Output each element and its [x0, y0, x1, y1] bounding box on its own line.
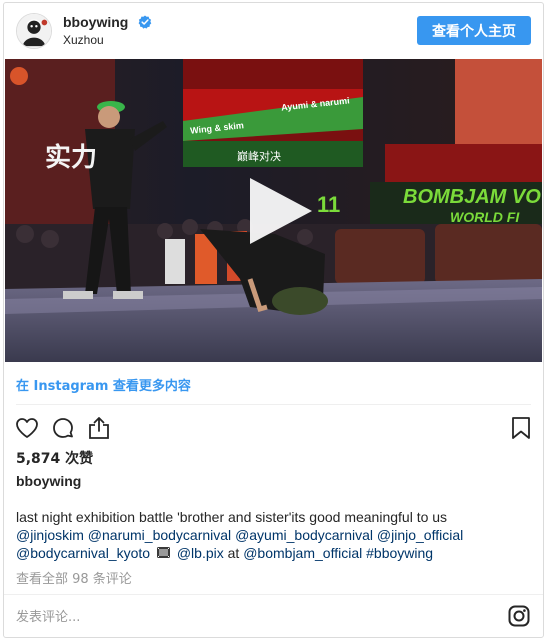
- post-header: bboywing Xuzhou 查看个人主页: [4, 3, 543, 59]
- location-label[interactable]: Xuzhou: [63, 33, 104, 47]
- mention-link[interactable]: @lb.pix: [177, 545, 224, 561]
- caption-author[interactable]: bboywing: [16, 473, 81, 489]
- divider: [16, 404, 531, 405]
- comment-icon: [53, 418, 73, 438]
- avatar[interactable]: [16, 13, 52, 49]
- mention-link[interactable]: @bodycarnival_kyoto: [16, 545, 150, 561]
- avatar-image: [17, 14, 51, 48]
- caption-at-text: at: [227, 545, 240, 561]
- view-more-on-instagram-link[interactable]: 在 Instagram 查看更多内容: [16, 375, 191, 394]
- stage-sign-text: BOMBJAM VO: [403, 186, 541, 208]
- caption-line-2: @jinjoskim @narumi_bodycarnival @ayumi_b…: [16, 526, 536, 544]
- action-bar: [4, 411, 543, 451]
- banner-title-text: 巅峰对决: [237, 150, 281, 163]
- caption-line-3: @bodycarnival_kyoto @lb.pix at @bombjam_…: [16, 544, 536, 562]
- mention-link[interactable]: @jinjo_official: [377, 527, 463, 543]
- like-button[interactable]: [14, 415, 40, 441]
- username[interactable]: bboywing: [63, 14, 128, 30]
- comment-button[interactable]: [50, 415, 76, 441]
- view-profile-button[interactable]: 查看个人主页: [417, 16, 531, 45]
- instagram-embed-card: bboywing Xuzhou 查看个人主页 Wing & skim Ayumi…: [3, 2, 544, 638]
- mention-link[interactable]: @ayumi_bodycarnival: [235, 527, 373, 543]
- film-frames-emoji-icon: [156, 547, 170, 558]
- stage-number-text: 11: [317, 192, 341, 217]
- share-button[interactable]: [86, 415, 112, 441]
- save-button[interactable]: [508, 415, 534, 441]
- caption-line-1: last night exhibition battle 'brother an…: [16, 509, 448, 525]
- heart-icon: [16, 418, 38, 438]
- caption: last night exhibition battle 'brother an…: [16, 508, 536, 562]
- divider: [4, 594, 543, 595]
- view-all-comments-link[interactable]: 查看全部 98 条评论: [16, 568, 132, 587]
- play-icon[interactable]: [246, 178, 312, 244]
- mention-link[interactable]: @narumi_bodycarnival: [88, 527, 231, 543]
- video-media[interactable]: Wing & skim Ayumi & narumi 巅峰对决 实力 11 BO…: [5, 59, 542, 362]
- share-icon: [89, 417, 109, 439]
- mention-link[interactable]: @bombjam_official: [243, 545, 362, 561]
- mention-link[interactable]: @jinjoskim: [16, 527, 84, 543]
- left-sign-text: 实力: [45, 143, 98, 173]
- hashtag-link[interactable]: #bboywing: [366, 545, 433, 561]
- stage-sign-text-2: WORLD FI: [450, 209, 520, 225]
- verified-badge-icon: [138, 15, 152, 29]
- like-count[interactable]: 5,874 次赞: [16, 448, 93, 468]
- bookmark-icon: [512, 417, 530, 439]
- instagram-logo-icon[interactable]: [508, 605, 530, 627]
- comment-input[interactable]: [16, 607, 486, 627]
